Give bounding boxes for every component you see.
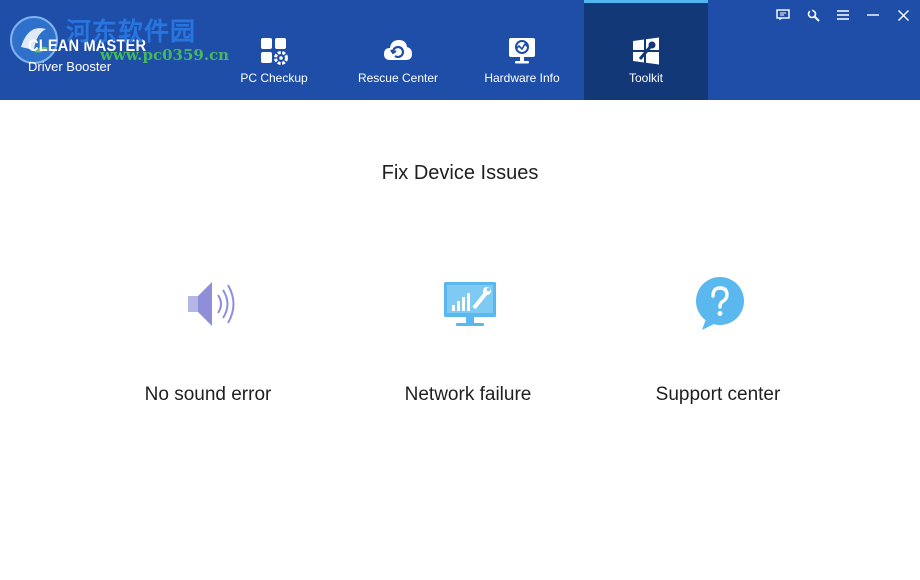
settings-button[interactable] bbox=[802, 7, 824, 23]
tab-label: Toolkit bbox=[628, 71, 663, 85]
tool-label: No sound error bbox=[144, 384, 272, 405]
tab-label: PC Checkup bbox=[240, 71, 308, 85]
header-bar: CLEAN MASTER Driver Booster 河东软件园 www.pc… bbox=[0, 0, 920, 100]
app-window: CLEAN MASTER Driver Booster 河东软件园 www.pc… bbox=[0, 0, 920, 580]
monitor-network-repair-icon bbox=[444, 282, 496, 326]
tab-toolkit[interactable]: Toolkit bbox=[584, 0, 708, 100]
speaker-icon bbox=[188, 282, 235, 326]
tool-label: Network failure bbox=[404, 384, 532, 405]
menu-button[interactable] bbox=[832, 7, 854, 23]
app-subtitle: Driver Booster bbox=[28, 59, 112, 74]
no-sound-error-tool[interactable]: No sound error bbox=[78, 272, 338, 422]
minimize-icon bbox=[867, 14, 879, 16]
window-controls bbox=[772, 7, 914, 23]
watermark-url: www.pc0359.cn bbox=[100, 46, 230, 64]
tool-label: Support center bbox=[655, 384, 781, 405]
cloud-refresh-icon bbox=[384, 40, 412, 60]
feedback-icon bbox=[776, 9, 790, 21]
support-center-tool[interactable]: Support center bbox=[588, 272, 848, 422]
windows-wrench-icon bbox=[633, 37, 659, 65]
grid-gear-icon bbox=[261, 38, 288, 65]
feedback-button[interactable] bbox=[772, 7, 794, 23]
minimize-button[interactable] bbox=[862, 7, 884, 23]
tab-pc-checkup[interactable]: PC Checkup bbox=[212, 0, 336, 100]
network-failure-tool[interactable]: Network failure bbox=[338, 272, 598, 422]
menu-icon bbox=[837, 10, 849, 20]
brand-area: CLEAN MASTER Driver Booster 河东软件园 www.pc… bbox=[0, 0, 229, 100]
page-title: Fix Device Issues bbox=[381, 162, 539, 184]
settings-wrench-icon bbox=[807, 8, 820, 22]
watermark-title: 河东软件园 bbox=[66, 17, 197, 46]
close-button[interactable] bbox=[892, 7, 914, 23]
close-icon bbox=[897, 9, 909, 21]
monitor-chart-icon bbox=[509, 38, 535, 64]
question-bubble-icon bbox=[696, 277, 744, 330]
tab-rescue-center[interactable]: Rescue Center bbox=[336, 0, 460, 100]
tab-hardware-info[interactable]: Hardware Info bbox=[460, 0, 584, 100]
tab-label: Rescue Center bbox=[357, 71, 439, 85]
tab-label: Hardware Info bbox=[484, 71, 560, 85]
